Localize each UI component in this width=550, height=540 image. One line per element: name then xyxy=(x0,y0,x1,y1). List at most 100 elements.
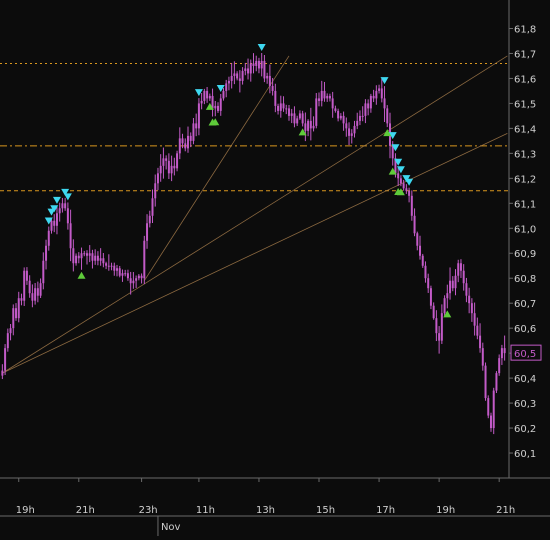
candle-body xyxy=(328,95,331,99)
y-tick-label: 61,0 xyxy=(514,224,536,235)
candle-body xyxy=(271,85,274,91)
candle-body xyxy=(435,318,438,334)
candle-body xyxy=(429,288,432,306)
candle-body xyxy=(470,303,473,314)
candle-body xyxy=(132,280,135,284)
candle-body xyxy=(334,108,337,111)
candle-body xyxy=(225,83,228,91)
candle-body xyxy=(88,253,91,256)
candle-body xyxy=(75,255,78,264)
candle-body xyxy=(342,115,345,124)
x-tick-label: 13h xyxy=(256,505,275,516)
candle-body xyxy=(277,105,280,111)
candle-body xyxy=(476,325,479,336)
candle-body xyxy=(203,90,206,101)
candle-body xyxy=(31,293,34,301)
candle-body xyxy=(298,113,301,119)
candle-body xyxy=(58,208,61,214)
candle-body xyxy=(20,298,23,301)
candle-body xyxy=(331,98,334,109)
candle-body xyxy=(416,233,419,246)
candle-body xyxy=(339,115,342,119)
y-tick-label: 60,3 xyxy=(514,399,536,410)
candle-body xyxy=(214,105,217,109)
candle-body xyxy=(372,95,375,99)
y-tick-label: 61,4 xyxy=(514,124,536,135)
x-tick-label: 15h xyxy=(316,505,335,516)
candle-body xyxy=(402,183,405,189)
candle-body xyxy=(50,220,53,231)
candle-body xyxy=(489,415,492,429)
candle-body xyxy=(195,123,198,129)
candle-body xyxy=(397,173,400,179)
candle-body xyxy=(165,158,168,161)
candle-body xyxy=(244,68,247,71)
candle-body xyxy=(197,103,200,129)
candle-body xyxy=(186,135,189,149)
candle-body xyxy=(66,208,69,224)
candle-body xyxy=(440,313,443,341)
candle-body xyxy=(408,190,411,196)
candle-body xyxy=(345,123,348,129)
y-tick-label: 60,1 xyxy=(514,449,536,460)
candle-body xyxy=(176,153,179,169)
candle-body xyxy=(361,115,364,117)
candle-body xyxy=(236,73,239,79)
candle-body xyxy=(99,258,102,261)
candle-body xyxy=(116,268,119,271)
candle-body xyxy=(307,120,310,131)
y-tick-label: 60,9 xyxy=(514,249,536,260)
candle-body xyxy=(252,63,255,66)
candle-body xyxy=(36,288,39,296)
y-tick-label: 60,7 xyxy=(514,299,536,310)
candle-body xyxy=(1,370,4,376)
candle-body xyxy=(12,308,15,329)
candle-body xyxy=(266,75,269,79)
candle-body xyxy=(91,253,94,261)
candle-body xyxy=(364,103,367,116)
candle-body xyxy=(143,240,146,279)
candle-body xyxy=(457,263,460,276)
candle-body xyxy=(80,253,83,259)
candle-body xyxy=(326,95,329,99)
candle-body xyxy=(148,215,151,224)
candle-body xyxy=(312,125,315,129)
candle-body xyxy=(208,95,211,99)
candle-body xyxy=(39,283,42,296)
candle-body xyxy=(227,80,230,84)
candle-body xyxy=(454,275,457,289)
candle-body xyxy=(380,88,383,99)
candle-body xyxy=(378,88,381,91)
candle-body xyxy=(353,125,356,134)
candle-body xyxy=(28,280,31,294)
candle-body xyxy=(443,298,446,314)
y-tick-label: 61,2 xyxy=(514,174,536,185)
candle-body xyxy=(348,128,351,136)
y-tick-label: 60,8 xyxy=(514,274,536,285)
y-tick-label: 61,3 xyxy=(514,149,536,160)
candle-body xyxy=(285,108,288,110)
candle-body xyxy=(424,265,427,279)
candle-body xyxy=(233,73,236,76)
candle-body xyxy=(282,103,285,109)
candle-body xyxy=(421,255,424,266)
candle-body xyxy=(217,105,220,111)
candles xyxy=(1,53,506,435)
trendlines xyxy=(2,55,508,374)
candle-body xyxy=(500,348,503,359)
candle-body xyxy=(503,348,506,354)
candle-body xyxy=(399,178,402,184)
candle-body xyxy=(118,268,121,276)
candle-body xyxy=(358,115,361,121)
candle-body xyxy=(162,158,165,166)
y-tick-label: 60,2 xyxy=(514,424,536,435)
candle-body xyxy=(290,113,293,116)
candle-body xyxy=(498,358,501,374)
candle-body xyxy=(200,100,203,104)
candle-body xyxy=(9,328,12,334)
candle-body xyxy=(241,70,244,81)
candle-body xyxy=(438,333,441,341)
candle-body xyxy=(405,188,408,191)
candle-body xyxy=(189,135,192,141)
candle-body xyxy=(459,263,462,271)
